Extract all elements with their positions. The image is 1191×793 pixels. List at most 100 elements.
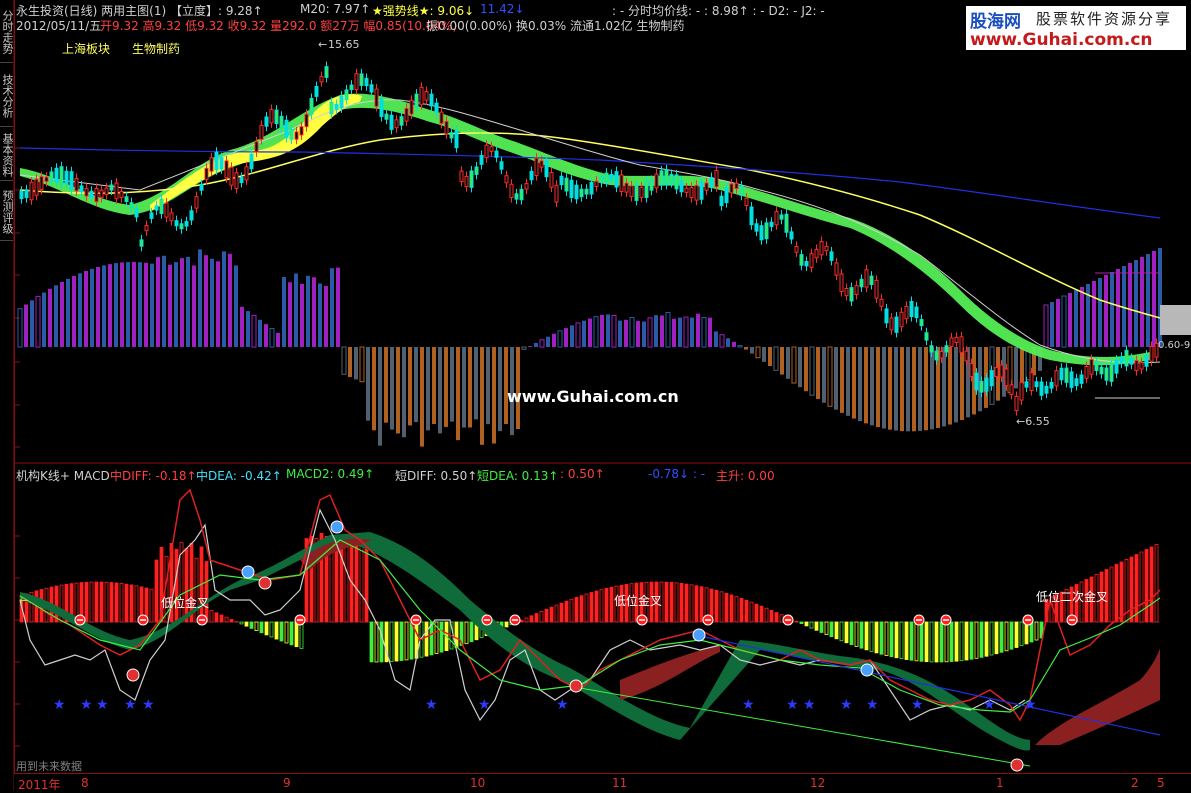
macd-bar <box>540 611 543 622</box>
histogram-bar <box>816 347 820 399</box>
candle-body <box>720 196 723 205</box>
low-price-label: ←6.55 <box>1016 415 1050 428</box>
histogram-bar <box>96 267 100 347</box>
candle-body <box>145 226 148 231</box>
candle-body <box>490 147 493 152</box>
macd-bar <box>400 622 403 661</box>
histogram-bar <box>822 347 826 403</box>
macd-bar <box>425 622 428 656</box>
macd-bar <box>925 622 928 662</box>
candle-body <box>900 312 903 326</box>
candle-body <box>140 240 143 246</box>
macd-bar <box>130 585 133 622</box>
candle-body <box>70 172 73 190</box>
histogram-bar <box>102 265 106 347</box>
sector-label-biopharma[interactable]: 生物制药 <box>132 40 180 57</box>
histogram-bar <box>474 347 478 419</box>
histogram-bar <box>570 325 574 347</box>
histogram-bar <box>960 347 964 420</box>
candle-body <box>740 186 743 195</box>
macd-bar <box>350 536 353 622</box>
candle-body <box>690 188 693 198</box>
macd-bar <box>590 593 593 622</box>
candle-body <box>365 78 368 85</box>
candle-body <box>920 320 923 326</box>
macd-bar <box>155 560 158 622</box>
candle-body <box>1095 362 1098 370</box>
histogram-bar <box>306 276 310 347</box>
histogram-bar <box>1068 293 1072 347</box>
histogram-bar <box>300 284 304 347</box>
candle-body <box>295 132 298 139</box>
histogram-bar <box>180 258 184 347</box>
histogram-bar <box>786 347 790 379</box>
macd-bar <box>880 622 883 654</box>
histogram-bar <box>126 262 130 347</box>
sector-label-shanghai[interactable]: 上海板块 <box>62 40 110 57</box>
histogram-bar <box>714 331 718 347</box>
candle-body <box>625 183 628 192</box>
candle-body <box>960 337 963 353</box>
star-icon: ★ <box>742 697 755 713</box>
short-dea: 短DEA: 0.13↑ <box>477 467 558 484</box>
candle-body <box>330 102 333 113</box>
histogram-bar <box>1062 296 1066 347</box>
macd-bar <box>465 622 468 644</box>
histogram-bar <box>336 268 340 347</box>
histogram-bar <box>108 264 112 347</box>
candle-body <box>265 117 268 126</box>
macd-bar <box>930 622 933 662</box>
candle-body <box>340 96 343 108</box>
histogram-bar <box>1152 251 1156 347</box>
candle-body <box>1035 382 1038 387</box>
candle-body <box>550 173 553 188</box>
candle-body <box>1115 360 1118 373</box>
candle-body <box>1020 382 1023 400</box>
candle-body <box>955 337 958 342</box>
short-diff: 短DIFF: 0.50↑ <box>395 467 477 484</box>
macd-bar <box>1015 622 1018 648</box>
histogram-bar <box>864 347 868 423</box>
macd-bar <box>125 584 128 622</box>
right-axis-label: 0.60-9 <box>1158 340 1190 351</box>
macd-bar <box>665 582 668 622</box>
candle-body <box>130 203 133 208</box>
histogram-bar <box>204 255 208 347</box>
site-logo[interactable]: 股海网 股票软件资源分享 www.Guhai.com.cn <box>966 6 1186 50</box>
histogram-bar <box>528 346 532 347</box>
macd-bar <box>775 613 778 622</box>
histogram-bar <box>330 268 334 347</box>
axis-label: 10 <box>470 776 485 790</box>
histogram-bar <box>930 347 934 429</box>
histogram-bar <box>1092 281 1096 347</box>
macd-bar <box>940 622 943 662</box>
histogram-bar <box>894 347 898 431</box>
histogram-bar <box>756 347 760 358</box>
histogram-bar <box>342 347 346 374</box>
histogram-bar <box>462 347 466 428</box>
macd-bar <box>985 622 988 656</box>
candle-body <box>195 197 198 208</box>
candle-body <box>225 161 228 178</box>
candle-body <box>755 224 758 231</box>
candle-body <box>30 182 33 200</box>
histogram-bar <box>42 293 46 347</box>
candle-body <box>25 190 28 198</box>
candle-body <box>35 179 38 195</box>
macd-bar <box>575 597 578 622</box>
macd-bar <box>760 606 763 622</box>
candle-body <box>455 131 458 148</box>
candle-body <box>1120 357 1123 363</box>
macd-bar <box>875 622 878 653</box>
candle-body <box>950 338 953 347</box>
histogram-bar <box>84 271 88 347</box>
candle-body <box>270 110 273 123</box>
macd-bar <box>560 603 563 622</box>
histogram-bar <box>804 347 808 391</box>
candle-body <box>650 180 653 190</box>
logo-name: 股海网 <box>970 7 1021 32</box>
histogram-bar <box>402 347 406 437</box>
histogram-bar <box>558 331 562 347</box>
candle-body <box>60 167 63 184</box>
macd-bar <box>1000 622 1003 652</box>
